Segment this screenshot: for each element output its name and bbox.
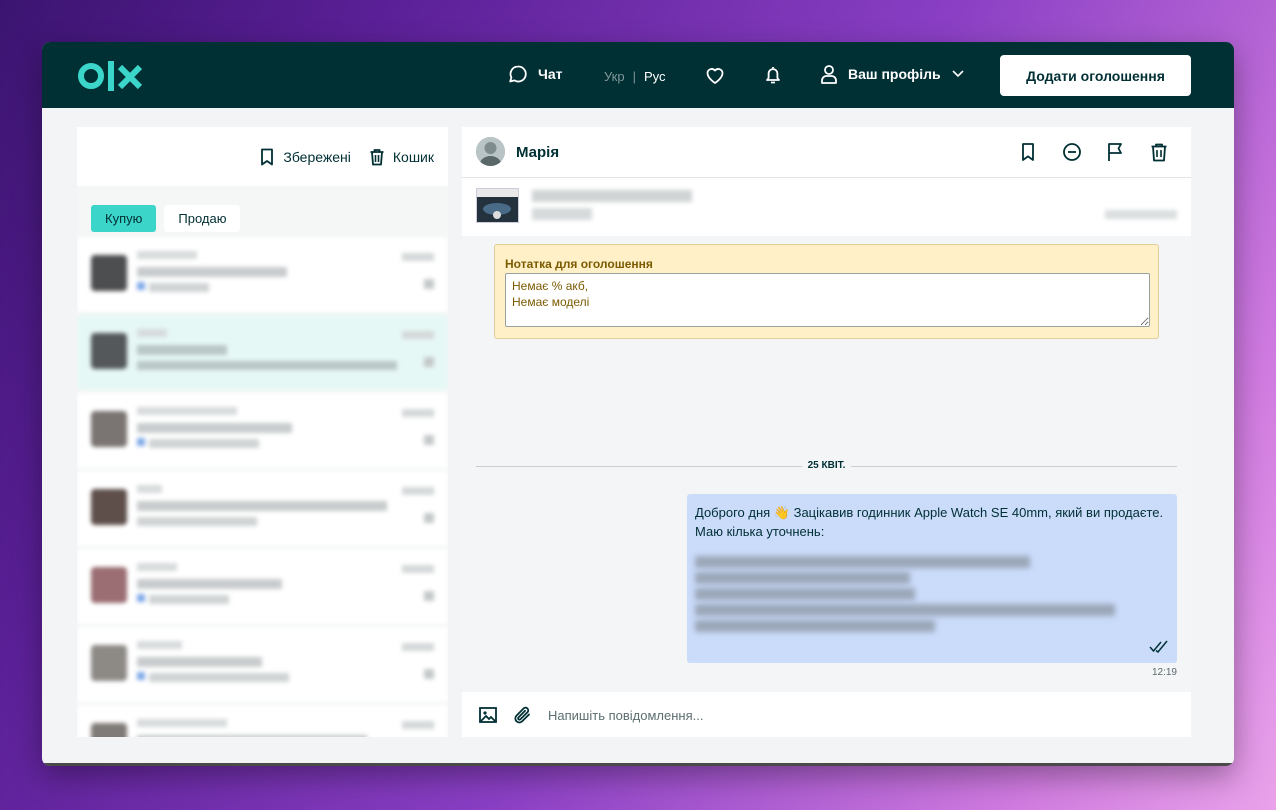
trash-label: Кошик xyxy=(392,148,434,165)
chat-nav-label: Чат xyxy=(538,66,563,82)
chat-nav-link[interactable]: Чат xyxy=(508,64,562,84)
avatar xyxy=(91,645,127,681)
flag-icon[interactable] xyxy=(1104,141,1126,163)
lang-separator: | xyxy=(632,69,636,84)
avatar xyxy=(91,333,127,369)
lang-ukr[interactable]: Укр xyxy=(604,69,625,84)
avatar[interactable] xyxy=(476,137,505,166)
add-listing-button[interactable]: Додати оголошення xyxy=(1000,55,1191,96)
note-textarea[interactable]: Немає % акб, Немає моделі xyxy=(505,273,1150,327)
date-label: 25 КВІТ. xyxy=(801,460,852,471)
message-bubble[interactable]: Доброго дня 👋 Зацікавив годинник Apple W… xyxy=(687,494,1177,663)
avatar xyxy=(91,411,127,447)
trash-icon xyxy=(370,148,384,165)
listing-note: Нотатка для оголошення Немає % акб, Нема… xyxy=(494,244,1159,339)
buy-sell-tabs: Купую Продаю xyxy=(77,186,448,232)
conversation-item[interactable] xyxy=(77,627,448,702)
conversations-header: Збережені Кошик xyxy=(77,127,448,186)
message-input[interactable] xyxy=(548,703,1168,727)
olx-logo[interactable] xyxy=(78,58,144,94)
conversation-item[interactable] xyxy=(77,705,448,737)
conversation-item[interactable] xyxy=(77,237,448,312)
bookmark-icon[interactable] xyxy=(1017,141,1039,163)
window-bottom-edge xyxy=(42,763,1234,766)
chat-bubble-icon xyxy=(509,65,527,83)
chat-panel: Марія Нотатка для оголошення Немає % акб… xyxy=(462,127,1191,737)
trash-button[interactable]: Кошик xyxy=(369,148,434,166)
trash-icon[interactable] xyxy=(1148,141,1170,163)
note-title: Нотатка для оголошення xyxy=(505,257,653,271)
language-switcher: Укр | Рус xyxy=(604,69,666,84)
lang-rus[interactable]: Рус xyxy=(644,69,666,84)
block-icon[interactable] xyxy=(1061,141,1083,163)
avatar xyxy=(91,489,127,525)
top-navigation-bar: Чат Укр | Рус Ваш профіль Додати оголоше xyxy=(42,42,1234,108)
avatar xyxy=(91,255,127,291)
conversations-panel: Збережені Кошик Купую Продаю xyxy=(77,127,448,737)
chevron-down-icon xyxy=(952,70,964,78)
avatar xyxy=(91,723,127,737)
contact-name: Марія xyxy=(516,144,560,161)
listing-preview[interactable] xyxy=(462,178,1191,236)
bell-icon[interactable] xyxy=(762,64,784,86)
conversation-list xyxy=(77,237,448,737)
profile-label: Ваш профіль xyxy=(848,66,941,82)
conversation-item[interactable] xyxy=(77,549,448,624)
heart-icon[interactable] xyxy=(704,64,726,86)
date-separator: 25 КВІТ. xyxy=(476,460,1177,472)
profile-menu[interactable]: Ваш профіль xyxy=(820,64,965,84)
conversation-item[interactable] xyxy=(77,471,448,546)
user-icon xyxy=(821,65,837,84)
conversation-item[interactable] xyxy=(77,393,448,468)
message-composer xyxy=(462,692,1191,737)
message-text: Доброго дня 👋 Зацікавив годинник Apple W… xyxy=(695,505,1164,539)
app-window: Чат Укр | Рус Ваш профіль Додати оголоше xyxy=(42,42,1234,766)
user-avatar-image xyxy=(476,137,505,166)
saved-label: Збережені xyxy=(283,148,351,165)
tab-selling[interactable]: Продаю xyxy=(164,205,241,232)
saved-button[interactable]: Збережені xyxy=(259,148,351,166)
tab-buying[interactable]: Купую xyxy=(91,205,157,232)
double-check-icon xyxy=(1149,640,1168,653)
listing-thumbnail xyxy=(476,188,519,223)
image-icon[interactable] xyxy=(477,704,499,726)
bookmark-icon xyxy=(261,148,274,165)
avatar xyxy=(91,567,127,603)
message-time: 12:19 xyxy=(1151,667,1177,678)
conversation-item[interactable] xyxy=(77,315,448,390)
chat-header: Марія xyxy=(462,127,1191,178)
paperclip-icon[interactable] xyxy=(512,704,534,726)
